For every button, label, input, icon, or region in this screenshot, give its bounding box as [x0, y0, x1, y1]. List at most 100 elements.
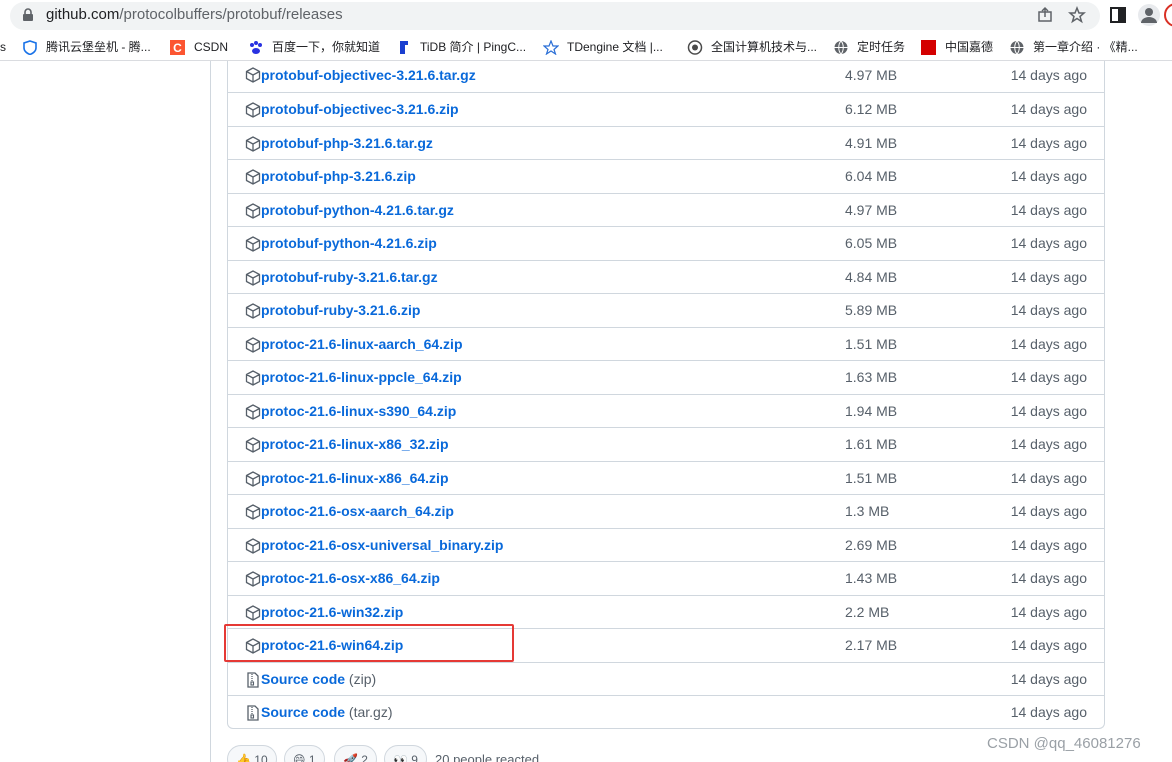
- reaction-thumbs-up[interactable]: 👍 10: [227, 745, 277, 762]
- share-icon[interactable]: [1036, 6, 1054, 24]
- asset-link[interactable]: protobuf-php-3.21.6.zip: [261, 168, 416, 184]
- profile-avatar[interactable]: [1138, 4, 1160, 26]
- bookmark-item[interactable]: 腾讯云堡垒机 - 腾...: [22, 40, 151, 56]
- asset-time: 14 days ago: [1010, 101, 1087, 117]
- asset-size: 4.97 MB: [845, 67, 898, 83]
- asset-link[interactable]: protobuf-python-4.21.6.zip: [261, 235, 437, 251]
- asset-size: 1.3 MB: [845, 503, 890, 519]
- source-code-ext: (tar.gz): [348, 704, 393, 720]
- star-icon[interactable]: [1068, 6, 1086, 24]
- bookmark-item[interactable]: 定时任务: [833, 40, 905, 56]
- asset-time: 14 days ago: [1010, 335, 1087, 352]
- asset-link[interactable]: protoc-21.6-linux-aarch_64.zip: [261, 336, 463, 352]
- package-icon: [245, 370, 261, 386]
- file-zip-icon: [247, 705, 259, 721]
- exam-logo-icon: [687, 40, 703, 55]
- asset-row: protoc-21.6-linux-x86_32.zip 1.61 MB 14 da…: [228, 427, 1104, 461]
- bookmark-item[interactable]: TiDB 简介 | PingC...: [396, 40, 526, 56]
- asset-size: 1.94 MB: [845, 402, 898, 419]
- url-text[interactable]: github.com/protocolbuffers/protobuf/rele…: [46, 6, 343, 23]
- source-code-row: Source code (zip) 14 days ago: [228, 661, 1104, 696]
- tidb-logo-icon: [400, 41, 408, 54]
- package-icon: [245, 169, 261, 185]
- asset-time: 14 days ago: [1010, 235, 1087, 251]
- asset-time: 14 days ago: [1010, 168, 1087, 184]
- asset-link[interactable]: protobuf-objectivec-3.21.6.tar.gz: [261, 67, 476, 83]
- bookmark-label: 全国计算机技术与...: [711, 40, 818, 54]
- asset-link[interactable]: protoc-21.6-linux-s390_64.zip: [261, 403, 456, 419]
- bookmark-item[interactable]: TDengine 文档 |...: [543, 40, 663, 56]
- eyes-icon: 👀: [393, 753, 408, 762]
- rocket-icon: 🚀: [343, 753, 358, 762]
- shield-icon: [23, 40, 37, 55]
- asset-link[interactable]: protoc-21.6-osx-x86_64.zip: [261, 570, 440, 586]
- reaction-eyes[interactable]: 👀 9: [384, 745, 427, 762]
- asset-time: 14 days ago: [1010, 402, 1087, 419]
- reaction-rocket[interactable]: 🚀 2: [334, 745, 377, 762]
- side-panel-icon[interactable]: [1108, 5, 1128, 25]
- bookmark-item[interactable]: C CSDN: [170, 40, 228, 56]
- asset-size: 1.61 MB: [845, 436, 898, 452]
- asset-link[interactable]: protoc-21.6-linux-x86_32.zip: [261, 436, 449, 452]
- asset-time: 14 days ago: [1010, 268, 1087, 285]
- asset-size: 1.51 MB: [845, 335, 898, 352]
- asset-time: 14 days ago: [1010, 603, 1087, 620]
- source-code-link[interactable]: Source code (tar.gz): [261, 704, 393, 720]
- asset-size: 6.12 MB: [845, 101, 898, 117]
- bookmark-label: TDengine 文档 |...: [567, 40, 663, 54]
- source-code-row: Source code (tar.gz) 14 days ago: [228, 695, 1104, 729]
- package-icon: [245, 336, 261, 353]
- asset-time: 14 days ago: [1010, 670, 1087, 687]
- package-icon: [245, 604, 261, 621]
- bookmark-item[interactable]: 百度一下，你就知道: [248, 40, 380, 56]
- asset-time: 14 days ago: [1010, 704, 1087, 720]
- csdn-logo-icon: C: [170, 40, 185, 55]
- url-host: github.com: [46, 6, 120, 23]
- package-icon: [245, 437, 261, 453]
- asset-time: 14 days ago: [1010, 503, 1087, 519]
- asset-link[interactable]: protobuf-python-4.21.6.tar.gz: [261, 202, 454, 218]
- asset-link[interactable]: protoc-21.6-osx-universal_binary.zip: [261, 537, 503, 553]
- reactions-summary: 20 people reacted: [435, 752, 540, 762]
- asset-link[interactable]: protobuf-ruby-3.21.6.tar.gz: [261, 269, 438, 285]
- reaction-smile[interactable]: 😄 1: [284, 745, 325, 762]
- bookmark-item[interactable]: 第一章介绍 · 《精...: [1009, 40, 1138, 56]
- bookmark-label: 第一章介绍 · 《精...: [1033, 40, 1138, 54]
- source-code-link[interactable]: Source code (zip): [261, 671, 376, 687]
- browser-toolbar: github.com/protocolbuffers/protobuf/rele…: [0, 0, 1172, 34]
- file-zip-icon: [247, 671, 259, 688]
- asset-time: 14 days ago: [1010, 134, 1087, 151]
- asset-row: protoc-21.6-linux-aarch_64.zip 1.51 MB 14 …: [228, 326, 1104, 361]
- asset-time: 14 days ago: [1010, 536, 1087, 553]
- asset-size: 4.91 MB: [845, 134, 898, 151]
- asset-link[interactable]: protobuf-objectivec-3.21.6.zip: [261, 101, 459, 117]
- bookmark-item[interactable]: 中国嘉德: [921, 40, 993, 56]
- asset-link[interactable]: protoc-21.6-win32.zip: [261, 604, 403, 620]
- asset-size: 6.05 MB: [845, 235, 898, 251]
- thumbs-up-icon: 👍: [236, 753, 251, 762]
- package-icon: [245, 269, 261, 286]
- asset-row: protoc-21.6-linux-s390_64.zip 1.94 MB 14 d…: [228, 393, 1104, 428]
- package-icon: [245, 102, 261, 118]
- asset-row: protoc-21.6-osx-aarch_64.zip 1.3 MB 14 day…: [228, 494, 1104, 528]
- asset-link[interactable]: protoc-21.6-linux-x86_64.zip: [261, 470, 449, 486]
- bookmark-item[interactable]: 全国计算机技术与...: [687, 40, 817, 56]
- extension-icon[interactable]: [1164, 3, 1172, 27]
- asset-time: 14 days ago: [1010, 570, 1087, 586]
- asset-row: protobuf-objectivec-3.21.6.tar.gz 4.97 MB…: [228, 61, 1104, 92]
- bookmark-label: s: [0, 40, 6, 54]
- asset-time: 14 days ago: [1010, 369, 1087, 385]
- asset-row: protoc-21.6-osx-universal_binary.zip 2.69…: [228, 527, 1104, 562]
- bookmarks-bar: s 腾讯云堡垒机 - 腾... C CSDN 百度一下，你就知道 TiDB 简介 …: [0, 34, 1172, 61]
- package-icon: [245, 504, 261, 520]
- package-icon: [245, 303, 261, 319]
- asset-size: 1.43 MB: [845, 570, 898, 586]
- asset-row: protoc-21.6-win32.zip 2.2 MB 14 days ago: [228, 594, 1104, 629]
- asset-link[interactable]: protoc-21.6-osx-aarch_64.zip: [261, 503, 454, 519]
- asset-link[interactable]: protoc-21.6-linux-ppcle_64.zip: [261, 369, 462, 385]
- asset-link[interactable]: protobuf-php-3.21.6.tar.gz: [261, 135, 433, 151]
- bookmark-item[interactable]: s: [0, 40, 6, 56]
- lock-icon[interactable]: [22, 8, 34, 22]
- asset-link[interactable]: protobuf-ruby-3.21.6.zip: [261, 302, 420, 318]
- url-path: /protocolbuffers/protobuf/releases: [119, 6, 343, 23]
